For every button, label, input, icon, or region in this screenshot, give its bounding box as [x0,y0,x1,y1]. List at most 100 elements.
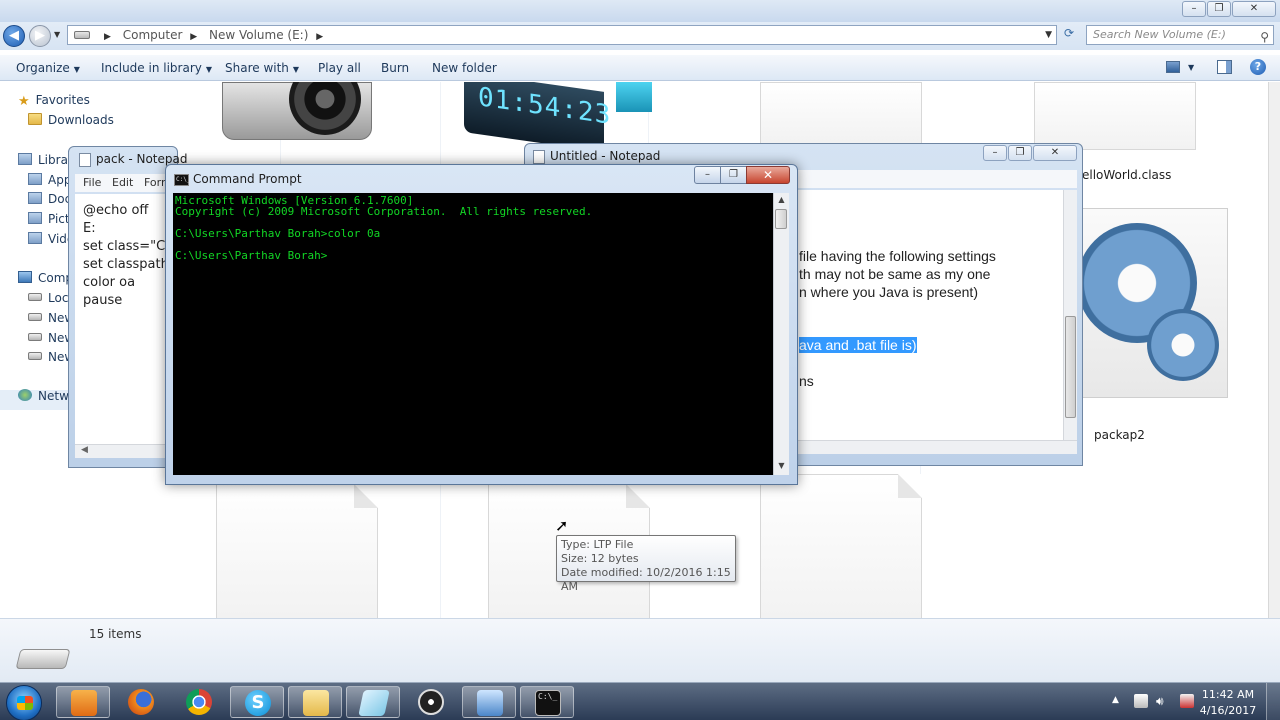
network-status-icon[interactable] [1180,694,1194,708]
notepad-icon [358,690,390,716]
taskbar-media-player[interactable] [56,686,110,718]
library-icon [28,232,42,244]
action-center-icon[interactable] [1134,694,1148,708]
back-button[interactable]: ◀ [3,25,25,47]
taskbar-firefox[interactable] [114,686,168,718]
file-name-helloworld[interactable]: elloWorld.class [1082,168,1171,182]
help-button[interactable]: ? [1250,59,1266,75]
include-in-library-button[interactable]: Include in library ▼ [101,61,212,75]
notepad-pack-window[interactable]: pack - Notepad File Edit Forn @echo off … [68,146,187,468]
vertical-scrollbar[interactable]: ▲ ▼ [773,193,789,475]
computer-icon [18,271,32,283]
nav-favorites-label: Favorites [35,93,90,107]
minimize-button[interactable]: – [983,145,1007,161]
network-icon [18,389,32,401]
change-view-button[interactable] [1166,61,1180,73]
chevron-down-icon: ▼ [205,65,213,74]
burn-button[interactable]: Burn [381,61,409,75]
drive-icon [74,31,90,39]
mouse-cursor-icon: ➚ [555,516,569,535]
taskbar-control-panel[interactable] [462,686,516,718]
page-fold [898,474,922,498]
maximize-button[interactable]: ❐ [720,166,747,184]
chevron-right-icon: ▶ [316,32,324,42]
start-button[interactable] [6,685,42,720]
address-dropdown-icon[interactable]: ▼ [1045,26,1052,44]
document-file-icon[interactable] [216,484,378,618]
nav-favorites[interactable]: ★ Favorites [18,93,90,109]
refresh-button[interactable]: ⟳ [1059,26,1079,44]
scrollbar-thumb[interactable] [1065,316,1076,418]
taskbar-chrome[interactable] [172,686,226,718]
taskbar-command-prompt[interactable]: C:\_ [520,686,574,718]
search-placeholder: Search New Volume (E:) [1093,28,1226,41]
clock-date[interactable]: 4/16/2017 [1198,704,1258,717]
maximize-button[interactable]: ❐ [1008,145,1032,161]
taskbar-notepad[interactable] [346,686,400,718]
explorer-titlebar: – ❐ ✕ [0,0,1280,22]
camera-lens [289,82,361,135]
explorer-maximize-button[interactable]: ❐ [1207,1,1231,17]
file-name-packap2[interactable]: packap2 [1094,428,1145,442]
scroll-up-arrow-icon[interactable]: ▲ [776,195,787,204]
document-file-icon[interactable] [1034,82,1196,150]
scroll-down-arrow-icon[interactable]: ▼ [776,461,787,470]
close-button[interactable]: ✕ [746,166,790,184]
library-icon [28,173,42,185]
library-icon [28,212,42,224]
scrollbar-thumb[interactable] [775,209,787,229]
clock-file-icon[interactable]: 01:54:23 [464,82,611,152]
menu-file[interactable]: File [83,176,101,189]
console-output[interactable]: Microsoft Windows [Version 6.1.7600] Cop… [173,193,773,475]
clock-digits: 01:54:23 [478,82,612,131]
clock-time[interactable]: 11:42 AM [1198,688,1258,701]
chevron-down-icon: ▼ [292,65,300,74]
page-fold [354,484,378,508]
taskbar-explorer[interactable] [288,686,342,718]
notepad-icon [79,153,91,167]
nav-apps[interactable]: App [28,173,71,187]
media-player-icon [71,690,97,716]
explorer-minimize-button[interactable]: – [1182,1,1206,17]
library-icon [18,153,32,165]
show-desktop-button[interactable] [1266,683,1280,720]
chevron-right-icon: ▶ [104,32,111,42]
explorer-scrollbar[interactable] [1268,82,1280,618]
command-prompt-window[interactable]: C:\_ Command Prompt – ❐ ✕ Microsoft Wind… [165,164,798,485]
document-file-icon[interactable] [760,474,922,618]
folder-icon [303,690,329,716]
notepad-text-area[interactable]: @echo off E: set class="C: set classpath… [75,194,179,458]
chevron-right-icon: ▶ [190,32,198,42]
nav-pictures-label: Pict [48,212,70,226]
nav-downloads[interactable]: Downloads [28,113,114,127]
breadcrumb-computer[interactable]: Computer [123,26,183,44]
webcam-file-icon[interactable] [222,82,372,140]
forward-button[interactable]: ▶ [29,25,51,47]
menu-edit[interactable]: Edit [112,176,133,189]
taskbar-skype[interactable]: S [230,686,284,718]
breadcrumb-new-volume[interactable]: New Volume (E:) [209,26,308,44]
selected-text-line: ava and .bat file is) [799,337,917,353]
vertical-scrollbar[interactable] [1063,190,1077,440]
chevron-down-icon[interactable]: ▼ [1188,63,1194,72]
new-folder-button[interactable]: New folder [432,61,497,75]
play-all-button[interactable]: Play all [318,61,361,75]
settings-file-icon[interactable] [1077,208,1228,398]
show-hidden-icons-button[interactable]: ▲ [1112,695,1119,705]
window-title: Command Prompt [193,172,302,186]
search-input[interactable]: Search New Volume (E:) ⚲ [1086,25,1274,45]
organize-button[interactable]: Organize ▼ [16,61,80,75]
preview-pane-button[interactable] [1217,60,1232,74]
close-button[interactable]: ✕ [1033,145,1077,161]
document-file-icon[interactable] [760,82,922,144]
minimize-button[interactable]: – [694,166,721,184]
share-with-button[interactable]: Share with ▼ [225,61,299,75]
recent-pages-dropdown[interactable]: ▼ [54,30,60,39]
nav-pictures[interactable]: Pict [28,212,70,226]
horizontal-scrollbar[interactable]: ◀ [75,444,179,458]
address-field[interactable]: ▶ Computer ▶ New Volume (E:) ▶ ▼ [67,25,1057,45]
taskbar-obs[interactable] [404,686,458,718]
volume-icon[interactable]: 🔊︎ [1156,694,1170,708]
explorer-close-button[interactable]: ✕ [1232,1,1276,17]
nav-documents[interactable]: Doc [28,192,71,206]
